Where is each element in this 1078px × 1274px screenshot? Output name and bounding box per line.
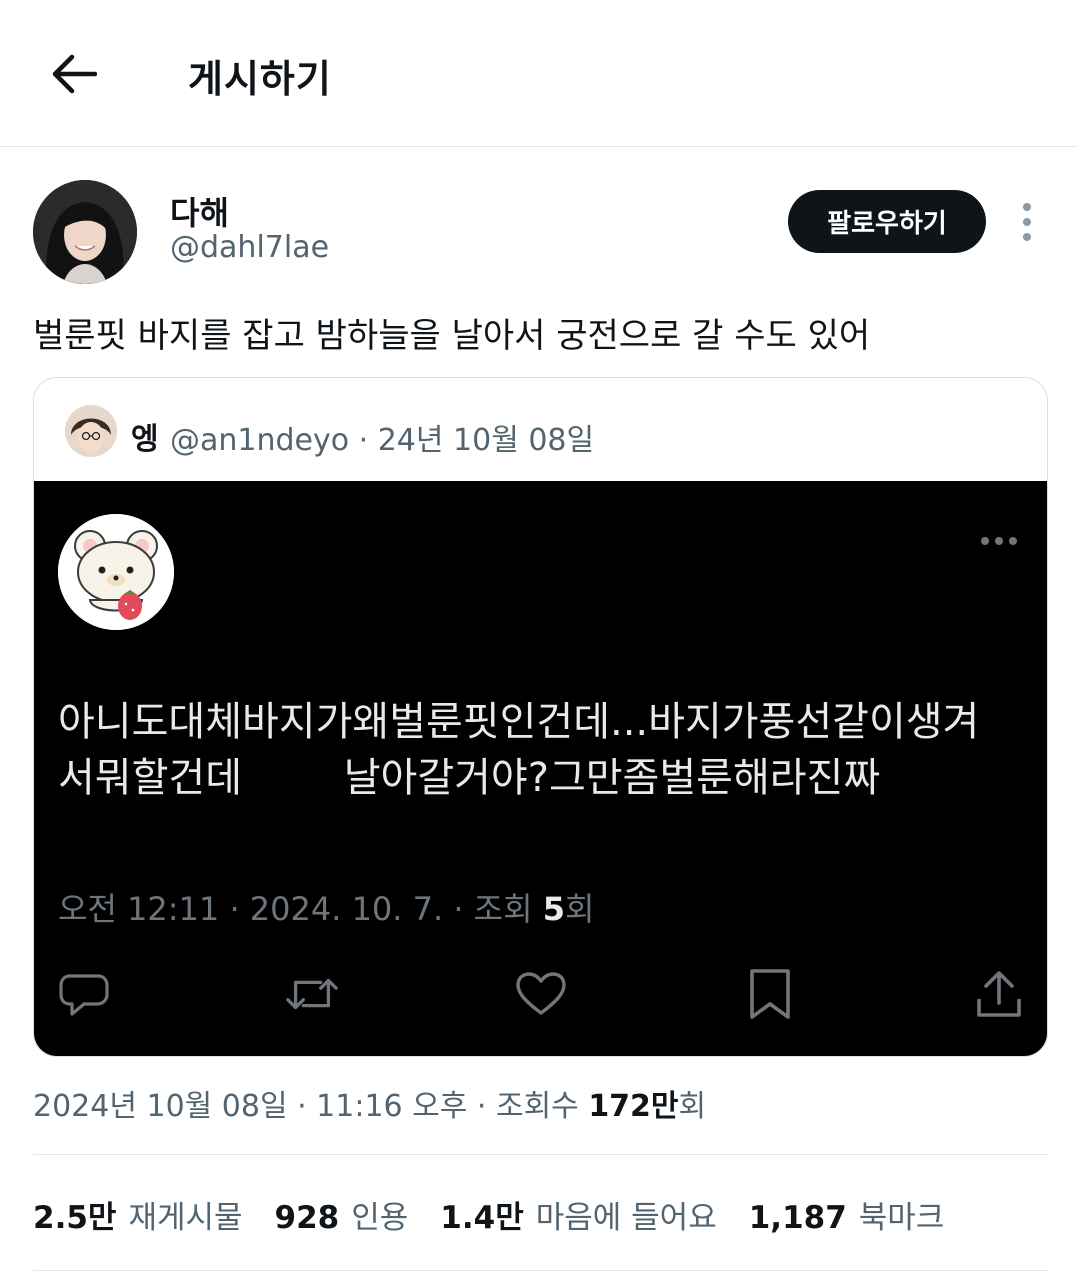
bookmark-icon	[742, 966, 798, 1022]
more-options-button[interactable]	[1010, 198, 1044, 246]
author-handle: @dahl7lae	[170, 230, 330, 265]
quote-author-name: 엥	[131, 422, 159, 457]
author-name: 다해	[170, 194, 229, 232]
repost-icon	[284, 966, 340, 1022]
quote-avatar	[65, 405, 117, 457]
image-more-icon	[981, 537, 1017, 545]
quoted-post[interactable]: 엥 @an1ndeyo · 24년 10월 08일 아니도대체바지가왜벌룬핏인건…	[33, 377, 1048, 1057]
divider	[33, 1270, 1048, 1271]
follow-button[interactable]: 팔로우하기	[788, 190, 986, 253]
reply-icon	[56, 966, 112, 1022]
image-post-text: 아니도대체바지가왜벌룬핏인건데...바지가풍선같이생겨 서뭐할건데 날아갈거야?…	[58, 699, 980, 801]
author-avatar[interactable]	[33, 180, 137, 284]
quote-header: 엥 @an1ndeyo · 24년 10월 08일	[34, 378, 1047, 482]
stat-reposts[interactable]: 2.5만 재게시물	[33, 1192, 243, 1237]
bear-avatar	[58, 514, 174, 630]
share-icon	[971, 966, 1027, 1022]
tweet-text: 벌룬핏 바지를 잡고 밤하늘을 날아서 궁전으로 갈 수도 있어	[33, 316, 871, 356]
quote-author-meta: @an1ndeyo · 24년 10월 08일	[170, 423, 595, 458]
stat-likes[interactable]: 1.4만 마음에 들어요	[440, 1192, 716, 1237]
stat-bookmarks[interactable]: 1,187 북마크	[749, 1192, 945, 1237]
engagement-stats: 2.5만 재게시물 928 인용 1.4만 마음에 들어요 1,187 북마크	[33, 1192, 976, 1236]
back-button[interactable]	[44, 44, 104, 104]
page-title: 게시하기	[188, 57, 332, 101]
more-vertical-icon	[1023, 203, 1031, 211]
top-bar: 게시하기	[0, 0, 1078, 147]
back-arrow-icon	[52, 54, 97, 94]
like-icon	[513, 966, 569, 1022]
post-timestamp: 2024년 10월 08일 · 11:16 오후 · 조회수 172만회	[33, 1089, 707, 1124]
quoted-screenshot: 아니도대체바지가왜벌룬핏인건데...바지가풍선같이생겨 서뭐할건데 날아갈거야?…	[34, 481, 1047, 1056]
image-post-meta: 오전 12:11 · 2024. 10. 7. · 조회 5회	[58, 890, 595, 928]
divider	[33, 1154, 1048, 1155]
image-action-bar	[34, 966, 1047, 1026]
stat-quotes[interactable]: 928 인용	[275, 1192, 409, 1237]
